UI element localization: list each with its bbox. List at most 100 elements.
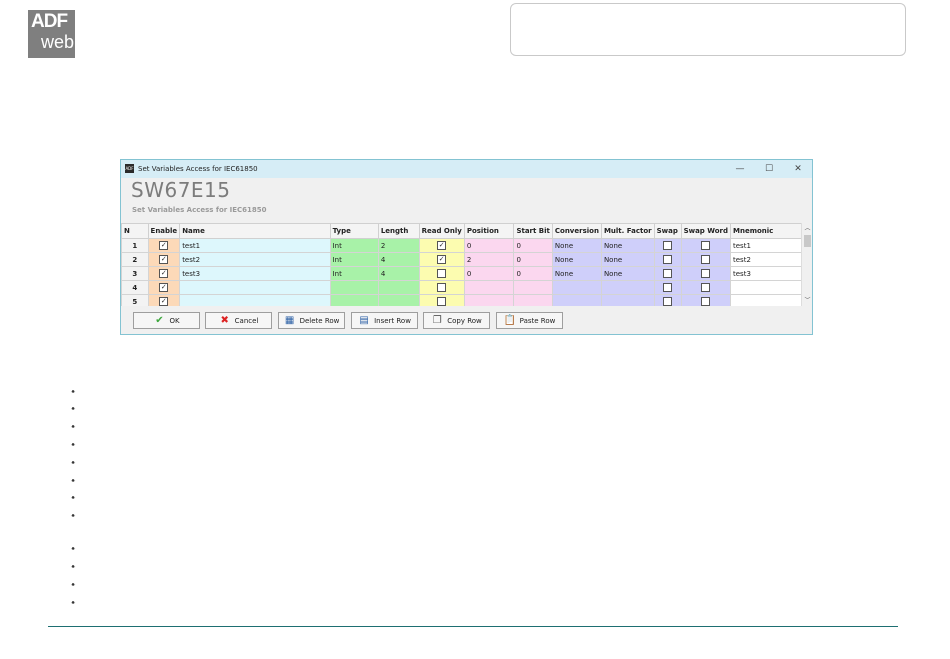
cell-swap-word xyxy=(680,238,732,253)
cell-position[interactable]: 2 xyxy=(463,252,515,267)
cell-mult-factor[interactable]: None xyxy=(600,238,655,253)
cell-start-bit[interactable]: 0 xyxy=(513,238,553,253)
enable-checkbox[interactable]: ✓ xyxy=(159,283,169,292)
swap-word-checkbox[interactable] xyxy=(701,269,711,278)
cell-position[interactable] xyxy=(463,280,515,295)
swap-word-checkbox[interactable] xyxy=(701,283,711,292)
cell-start-bit[interactable]: 0 xyxy=(513,252,553,267)
swap-checkbox[interactable] xyxy=(663,255,673,264)
grid-header-cell: Swap xyxy=(653,223,682,239)
cell-mult-factor[interactable] xyxy=(600,280,655,295)
cell-read-only xyxy=(418,294,465,306)
cell-conversion[interactable] xyxy=(551,280,602,295)
cell-read-only: ✓ xyxy=(418,238,465,253)
enable-checkbox[interactable]: ✓ xyxy=(159,241,169,250)
set-variables-window: ADF Set Variables Access for IEC61850 — … xyxy=(120,159,813,335)
delete-row-label: Delete Row xyxy=(299,316,340,325)
variables-grid-container: N Enable Name Type Length Read Only Position St… xyxy=(121,223,812,306)
cell-mult-factor[interactable]: None xyxy=(600,266,655,281)
cell-position[interactable]: 0 xyxy=(463,238,515,253)
maximize-icon[interactable]: ☐ xyxy=(761,163,777,175)
copy-row-button[interactable]: ❐ Copy Row xyxy=(423,312,490,329)
cell-name[interactable]: test3 xyxy=(179,266,331,281)
cell-mnemonic[interactable]: test2 xyxy=(730,252,812,267)
cell-mult-factor[interactable] xyxy=(600,294,655,306)
cell-start-bit[interactable]: 0 xyxy=(513,266,553,281)
read-only-checkbox[interactable] xyxy=(437,297,447,306)
read-only-checkbox[interactable]: ✓ xyxy=(437,241,447,250)
cell-type[interactable]: Int xyxy=(329,266,379,281)
cell-conversion[interactable]: None xyxy=(551,238,602,253)
table-row: 2 ✓ test2 Int 4 ✓ 2 0 None None test2 xyxy=(121,252,812,267)
cell-swap-word xyxy=(680,252,732,267)
scroll-up-icon[interactable]: ︿ xyxy=(802,223,812,233)
arrow-bullet-icon: ➧ xyxy=(69,545,77,552)
read-only-checkbox[interactable] xyxy=(437,269,447,278)
scroll-down-icon[interactable]: ﹀ xyxy=(802,295,812,305)
swap-checkbox[interactable] xyxy=(663,283,673,292)
footer-rule xyxy=(48,626,898,627)
swap-word-checkbox[interactable] xyxy=(701,241,711,250)
ok-button[interactable]: ✔ OK xyxy=(133,312,200,329)
delete-row-icon: ▦ xyxy=(284,314,295,326)
cell-swap xyxy=(653,294,682,306)
cell-position[interactable] xyxy=(463,294,515,306)
paste-row-button[interactable]: 📋 Paste Row xyxy=(496,312,563,329)
cell-length[interactable]: 4 xyxy=(377,266,420,281)
scroll-thumb[interactable] xyxy=(804,235,811,247)
cell-conversion[interactable] xyxy=(551,294,602,306)
grid-header-cell: Read Only xyxy=(418,223,465,239)
cell-type[interactable] xyxy=(329,294,379,306)
adfweb-logo: ADF web xyxy=(28,10,75,58)
insert-row-button[interactable]: ▤ Insert Row xyxy=(351,312,418,329)
cell-start-bit[interactable] xyxy=(513,294,553,306)
arrow-bullet-icon: ➧ xyxy=(69,405,77,412)
copy-icon: ❐ xyxy=(432,314,442,326)
enable-checkbox[interactable]: ✓ xyxy=(159,269,169,278)
cell-mnemonic[interactable] xyxy=(730,294,812,306)
cell-swap xyxy=(653,238,682,253)
swap-word-checkbox[interactable] xyxy=(701,297,711,306)
swap-checkbox[interactable] xyxy=(663,241,673,250)
cell-name[interactable] xyxy=(179,294,331,306)
cell-length[interactable] xyxy=(377,280,420,295)
cell-enable: ✓ xyxy=(147,266,181,281)
swap-word-checkbox[interactable] xyxy=(701,255,711,264)
cell-conversion[interactable]: None xyxy=(551,252,602,267)
cell-mult-factor[interactable]: None xyxy=(600,252,655,267)
swap-checkbox[interactable] xyxy=(663,269,673,278)
read-only-checkbox[interactable]: ✓ xyxy=(437,255,447,264)
close-icon[interactable]: ✕ xyxy=(790,163,806,175)
delete-row-button[interactable]: ▦ Delete Row xyxy=(278,312,345,329)
grid-scrollbar[interactable]: ︿ ﹀ xyxy=(801,223,812,306)
cell-type[interactable] xyxy=(329,280,379,295)
cell-name[interactable]: test1 xyxy=(179,238,331,253)
cell-mnemonic[interactable] xyxy=(730,280,812,295)
cell-length[interactable] xyxy=(377,294,420,306)
product-code-title: SW67E15 xyxy=(131,178,231,202)
cell-length[interactable]: 2 xyxy=(377,238,420,253)
cell-mnemonic[interactable]: test1 xyxy=(730,238,812,253)
enable-checkbox[interactable]: ✓ xyxy=(159,297,169,306)
cell-n: 5 xyxy=(121,294,149,306)
cell-name[interactable]: test2 xyxy=(179,252,331,267)
cell-name[interactable] xyxy=(179,280,331,295)
cell-enable: ✓ xyxy=(147,238,181,253)
cell-mnemonic[interactable]: test3 xyxy=(730,266,812,281)
cell-conversion[interactable]: None xyxy=(551,266,602,281)
cancel-button[interactable]: ✖ Cancel xyxy=(205,312,272,329)
cell-type[interactable]: Int xyxy=(329,252,379,267)
arrow-bullet-icon: ➧ xyxy=(69,581,77,588)
cell-type[interactable]: Int xyxy=(329,238,379,253)
arrow-bullet-icon: ➧ xyxy=(69,388,77,395)
swap-checkbox[interactable] xyxy=(663,297,673,306)
read-only-checkbox[interactable] xyxy=(437,283,447,292)
enable-checkbox[interactable]: ✓ xyxy=(159,255,169,264)
cell-swap xyxy=(653,252,682,267)
cell-length[interactable]: 4 xyxy=(377,252,420,267)
cell-start-bit[interactable] xyxy=(513,280,553,295)
minimize-icon[interactable]: — xyxy=(732,163,748,175)
grid-header-cell: Mnemonic xyxy=(730,223,812,239)
cell-position[interactable]: 0 xyxy=(463,266,515,281)
window-header-panel: SW67E15 Set Variables Access for IEC6185… xyxy=(121,178,812,220)
